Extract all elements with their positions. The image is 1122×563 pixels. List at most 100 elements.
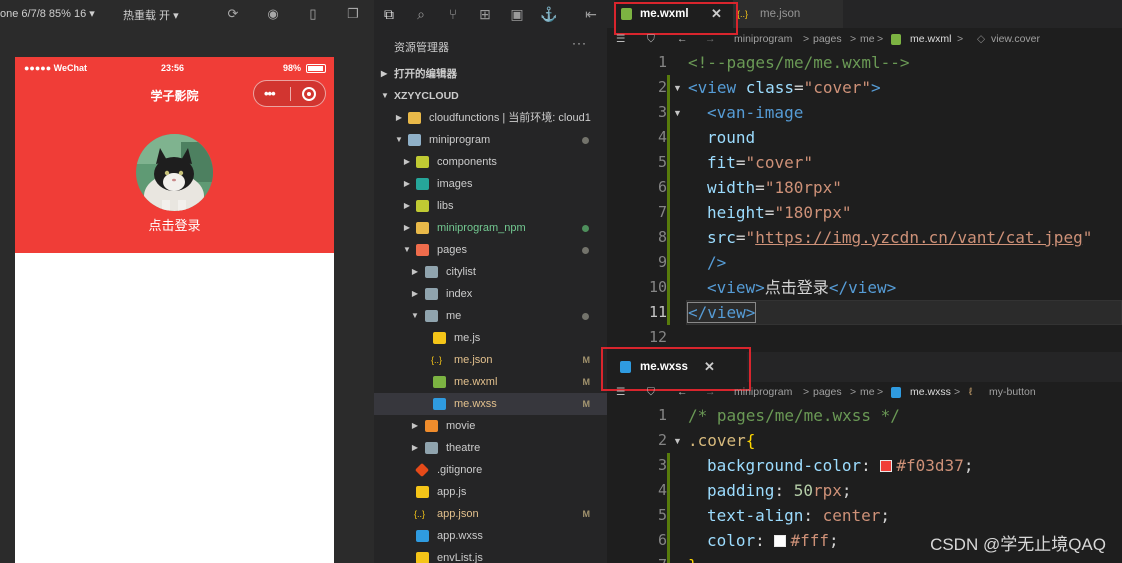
code-line: background-color: #f03d37;: [707, 456, 974, 475]
wxml-file-icon: [891, 34, 901, 45]
tree-item-app-wxss[interactable]: app.wxss: [374, 525, 607, 547]
forward-arrow-icon[interactable]: →: [705, 381, 716, 403]
tree-item-me-wxss[interactable]: me.wxss M: [374, 393, 607, 415]
js-file-icon: [416, 552, 429, 563]
breadcrumb-item[interactable]: me: [860, 28, 875, 50]
code-pane-wxml[interactable]: 1 2 3 4 5 6 7 8 9 10 11 12 ▼ ▼ <!--pages…: [607, 50, 1122, 350]
open-editors-section[interactable]: ▶ 打开的编辑器: [374, 63, 607, 85]
simulator-toolbar: one 6/7/8 85% 16 ▾ 热重载 开 ▾ ⟳ ◉ ▯ ❐: [0, 0, 374, 28]
tree-item-app-json[interactable]: {..} app.json M: [374, 503, 607, 525]
tree-item-movie[interactable]: ▶ movie: [374, 415, 607, 437]
tree-item-me-js[interactable]: me.js: [374, 327, 607, 349]
chevron-right-icon: ▶: [403, 223, 411, 232]
tree-item-me-json[interactable]: {..} me.json M: [374, 349, 607, 371]
chevron-right-icon: ▶: [403, 201, 411, 210]
modified-dot: [582, 137, 589, 144]
stop-icon[interactable]: ◉: [265, 6, 281, 22]
more-dots-icon[interactable]: •••: [264, 87, 276, 100]
more-actions-icon[interactable]: ···: [572, 36, 587, 50]
window-icon[interactable]: ❐: [345, 6, 361, 22]
breadcrumb-item[interactable]: me: [860, 381, 875, 403]
url-link[interactable]: https://img.yzcdn.cn/vant/cat.jpeg: [755, 228, 1083, 247]
fold-chevron-icon[interactable]: ▼: [673, 436, 682, 446]
code-line: <!--pages/me/me.wxml-->: [688, 53, 910, 72]
back-arrow-icon[interactable]: ←: [677, 28, 688, 50]
carrier-label: ●●●●● WeChat: [24, 63, 88, 73]
code-line: />: [707, 253, 727, 272]
list-icon[interactable]: ☰: [616, 28, 625, 50]
source-control-icon[interactable]: ⑂: [444, 5, 462, 23]
fold-chevron-icon[interactable]: ▼: [673, 83, 682, 93]
tree-item-pages[interactable]: ▼ pages: [374, 239, 607, 261]
chevron-right-icon: ▶: [411, 443, 419, 452]
folder-open-icon: [408, 134, 421, 146]
files-icon[interactable]: ⧉: [380, 5, 398, 23]
storage-icon[interactable]: ▣: [508, 5, 526, 23]
tree-item-images[interactable]: ▶ images: [374, 173, 607, 195]
chevron-down-icon: ▼: [381, 91, 389, 100]
modified-badge: M: [582, 355, 591, 365]
css-file-icon: [433, 398, 446, 410]
tree-item-components[interactable]: ▶ components: [374, 151, 607, 173]
folder-open-icon: [425, 310, 438, 322]
tree-item-libs[interactable]: ▶ libs: [374, 195, 607, 217]
list-icon[interactable]: ☰: [616, 381, 625, 403]
breadcrumb-item[interactable]: pages: [813, 28, 842, 50]
fold-chevron-icon[interactable]: ▼: [673, 108, 682, 118]
battery-icon: [306, 64, 326, 73]
breadcrumb-item[interactable]: my-button: [989, 381, 1036, 403]
tree-item-me[interactable]: ▼ me: [374, 305, 607, 327]
bookmark-icon[interactable]: ⛉: [647, 381, 655, 403]
extensions-icon[interactable]: ⊞: [476, 5, 494, 23]
tree-item-theatre[interactable]: ▶ theatre: [374, 437, 607, 459]
tree-item-me-wxml[interactable]: me.wxml M: [374, 371, 607, 393]
json-file-icon: {..}: [431, 355, 443, 365]
bookmark-icon[interactable]: ⛉: [647, 28, 655, 50]
hot-reload-toggle[interactable]: 热重载 开 ▾: [123, 7, 179, 23]
capsule-menu[interactable]: •••: [253, 80, 326, 107]
breadcrumb-item[interactable]: miniprogram: [734, 381, 792, 403]
color-swatch[interactable]: [880, 460, 893, 472]
code-line: <view>点击登录</view>: [707, 278, 897, 297]
chevron-right-icon: ▶: [411, 289, 419, 298]
avatar[interactable]: [136, 134, 213, 211]
js-file-icon: [433, 332, 446, 344]
color-swatch[interactable]: [774, 535, 787, 547]
tree-item-cloudfunctions[interactable]: ▶ cloudfunctions | 当前环境: cloud1: [374, 107, 607, 129]
tab-me-json[interactable]: {..} me.json: [733, 0, 843, 28]
collapse-panel-icon[interactable]: ⇤: [582, 5, 600, 23]
code-line: }: [688, 553, 698, 563]
phone-icon[interactable]: ▯: [305, 6, 321, 22]
breadcrumb-item[interactable]: me.wxss: [910, 381, 951, 403]
breadcrumb-item[interactable]: miniprogram: [734, 28, 792, 50]
watermark: CSDN @学无止境QAQ: [930, 535, 1106, 554]
tree-item-index[interactable]: ▶ index: [374, 283, 607, 305]
chevron-right-icon: ▶: [403, 157, 411, 166]
git-file-icon: [414, 462, 430, 478]
refresh-icon[interactable]: ⟳: [225, 6, 241, 22]
chevron-down-icon: ▼: [403, 245, 411, 254]
change-gutter: [667, 75, 670, 325]
search-icon[interactable]: ⌕: [412, 5, 430, 23]
device-select[interactable]: one 6/7/8 85% 16 ▾: [0, 7, 95, 20]
breadcrumb-item[interactable]: me.wxml: [910, 28, 951, 50]
breadcrumb-item[interactable]: pages: [813, 381, 842, 403]
tree-item-app-js[interactable]: app.js: [374, 481, 607, 503]
project-section[interactable]: ▼ XZYYCLOUD: [374, 85, 607, 107]
tree-item-envlist-js[interactable]: envList.js: [374, 547, 607, 563]
code-line: height="180rpx": [707, 203, 852, 222]
tree-item-citylist[interactable]: ▶ citylist: [374, 261, 607, 283]
tree-item-miniprogram-npm[interactable]: ▶ miniprogram_npm: [374, 217, 607, 239]
mini-program-navbar: 学子影院 •••: [15, 79, 334, 111]
close-target-icon[interactable]: [302, 87, 316, 101]
change-gutter: [667, 453, 670, 563]
tree-item-miniprogram[interactable]: ▼ miniprogram: [374, 129, 607, 151]
back-arrow-icon[interactable]: ←: [677, 381, 688, 403]
tree-item-gitignore[interactable]: .gitignore: [374, 459, 607, 481]
breadcrumb-item[interactable]: view.cover: [991, 28, 1040, 50]
docker-icon[interactable]: ⚓: [540, 5, 558, 23]
login-text[interactable]: 点击登录: [15, 215, 334, 234]
forward-arrow-icon[interactable]: →: [705, 28, 716, 50]
chevron-down-icon: ▼: [411, 311, 419, 320]
modified-badge: M: [582, 399, 591, 409]
